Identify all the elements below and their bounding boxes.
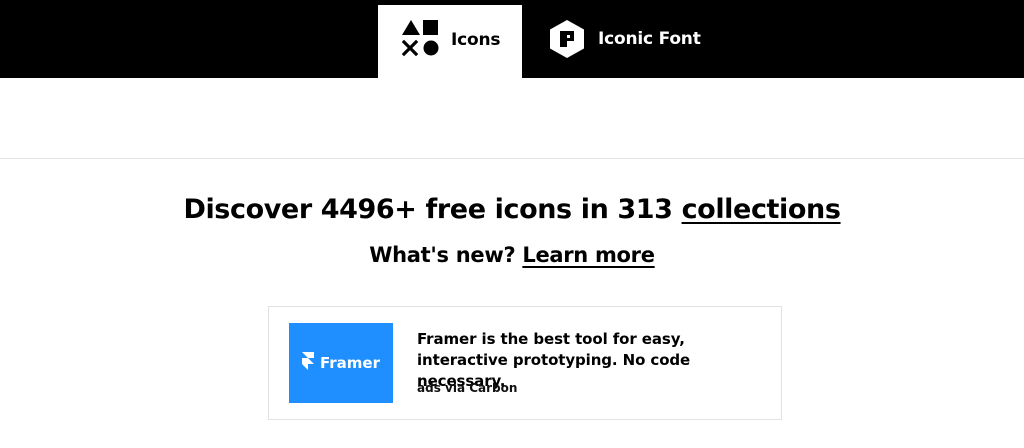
learn-more-link[interactable]: Learn more: [522, 243, 655, 267]
whats-new-line: What's new? Learn more: [0, 243, 1024, 267]
top-navigation-bar: Icons Iconic Font: [0, 0, 1024, 78]
headline-text: Discover 4496+ free icons in 313: [183, 194, 682, 225]
ads-via-carbon-link[interactable]: ads via Carbon: [417, 381, 517, 395]
tab-icons-label: Icons: [451, 30, 501, 50]
page-headline: Discover 4496+ free icons in 313 collect…: [0, 194, 1024, 225]
framer-brand-label: Framer: [319, 354, 380, 372]
tab-iconic-font[interactable]: Iconic Font: [532, 5, 712, 78]
framer-ad-logo[interactable]: Framer: [289, 323, 393, 403]
whats-new-text: What's new?: [369, 243, 516, 267]
tab-icons[interactable]: Icons: [378, 5, 522, 78]
carbon-ad[interactable]: Framer Framer is the best tool for easy,…: [268, 306, 782, 420]
framer-logo-icon: [301, 352, 314, 374]
tab-iconic-font-label: Iconic Font: [598, 29, 701, 49]
collections-link[interactable]: collections: [682, 194, 841, 225]
iconic-font-logo-icon: [548, 19, 586, 63]
section-divider: [0, 158, 1024, 159]
shapes-icon: [401, 20, 440, 62]
